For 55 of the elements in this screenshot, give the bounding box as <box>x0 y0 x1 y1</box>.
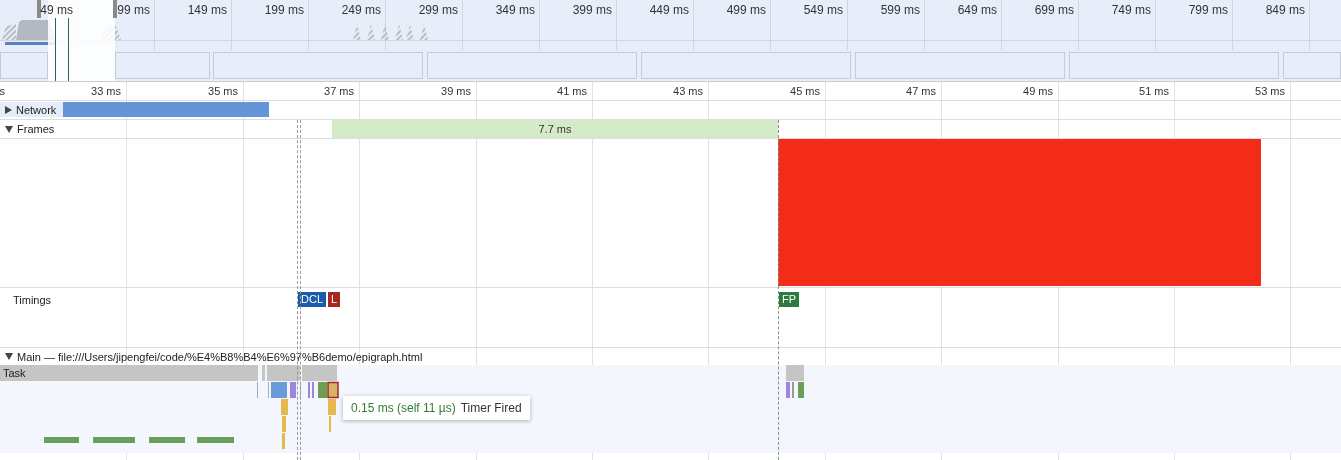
flame-bar[interactable] <box>798 382 804 398</box>
time-tick-label: 749 ms <box>1111 3 1151 17</box>
range-handle[interactable] <box>37 0 41 18</box>
flame-bar[interactable] <box>281 399 288 415</box>
task-bar[interactable]: Task <box>0 365 258 381</box>
timing-marker[interactable]: DCL <box>298 292 326 307</box>
ruler-tick-label: 43 ms <box>673 85 703 97</box>
frame-bar[interactable]: 7.7 ms <box>332 120 778 138</box>
task-bar[interactable] <box>786 365 804 381</box>
track-label[interactable]: Main — file:///Users/jipengfei/code/%E4%B8%B4%E6%97%B6demo/epigraph.html <box>17 350 423 363</box>
flame-bar[interactable] <box>282 416 286 432</box>
ruler-tick-label: s <box>0 85 5 97</box>
ruler-tick-label: 41 ms <box>557 85 587 97</box>
time-tick-label: 349 ms <box>495 3 535 17</box>
ruler-tick-label: 33 ms <box>91 85 121 97</box>
duration-text: 0.15 ms (self 11 µs) <box>351 401 456 415</box>
range-handle[interactable] <box>113 0 117 18</box>
time-tick-label: 449 ms <box>649 3 689 17</box>
selected-flame-bar[interactable] <box>327 381 339 399</box>
track-label[interactable]: Frames <box>17 123 55 135</box>
expand-arrow-icon[interactable] <box>5 105 12 114</box>
track-label: Timings <box>13 293 52 306</box>
timing-marker[interactable]: L <box>328 292 341 307</box>
flame-bar[interactable] <box>290 382 296 398</box>
task-bar[interactable] <box>267 365 300 381</box>
flame-bar[interactable] <box>786 382 790 398</box>
ruler-tick-label: 39 ms <box>441 85 471 97</box>
time-tick-label: 499 ms <box>726 3 766 17</box>
time-tick-label: 149 ms <box>187 3 227 17</box>
time-tick-label: 649 ms <box>957 3 997 17</box>
time-tick-label: 99 ms <box>117 3 150 17</box>
marker-line <box>68 18 69 81</box>
marker-line <box>55 18 56 81</box>
ruler-tick-label: 35 ms <box>208 85 238 97</box>
ruler-tick-label: 49 ms <box>1023 85 1053 97</box>
ruler-tick-label: 53 ms <box>1255 85 1285 97</box>
flame-bar[interactable] <box>282 433 285 449</box>
ruler-tick-label: 51 ms <box>1139 85 1169 97</box>
time-tick-label: 799 ms <box>1188 3 1228 17</box>
time-tick-label: 699 ms <box>1034 3 1074 17</box>
ruler-tick-label: 47 ms <box>906 85 936 97</box>
time-tick-label: 599 ms <box>880 3 920 17</box>
time-tick-label: 549 ms <box>803 3 843 17</box>
flame-bar[interactable] <box>271 382 287 398</box>
event-name: Timer Fired <box>460 401 522 415</box>
ruler-tick-label: 45 ms <box>790 85 820 97</box>
time-tick-label: 399 ms <box>572 3 612 17</box>
time-tick-label: 249 ms <box>341 3 381 17</box>
time-tick-label: 49 ms <box>40 3 73 17</box>
time-tick-label: 199 ms <box>264 3 304 17</box>
time-tick-label: 299 ms <box>418 3 458 17</box>
ruler-tick-label: 37 ms <box>324 85 354 97</box>
timing-marker[interactable]: FP <box>779 292 800 307</box>
task-bar[interactable] <box>262 365 265 381</box>
time-tick-label: 849 ms <box>1265 3 1305 17</box>
